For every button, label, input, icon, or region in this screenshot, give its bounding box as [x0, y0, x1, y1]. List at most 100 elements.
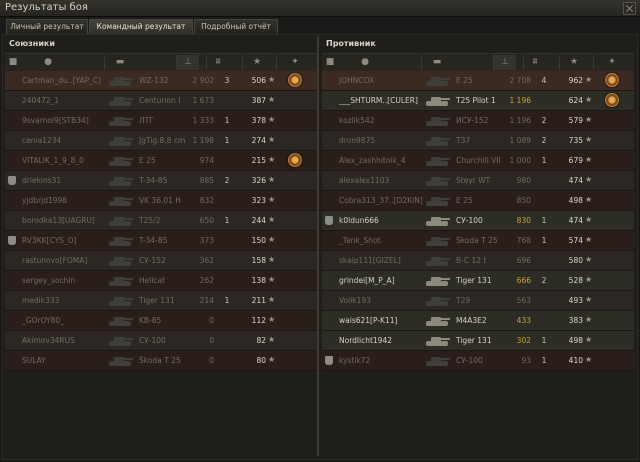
tank-icon — [424, 314, 450, 328]
damage-value: 832 — [199, 196, 214, 205]
player-row[interactable]: k0ldun666 СУ-100 830 1 474 ★ — [322, 211, 634, 231]
xp-value: 498 — [568, 336, 583, 345]
enemies-header-row: ■ ● ▬ ⊥ ⩩ ★ ✦ — [322, 53, 634, 72]
player-row[interactable]: SULAY Škoda T 25 0 80 ★ — [5, 351, 317, 371]
tank-name: СУ-152 — [139, 256, 166, 265]
star-icon: ★ — [585, 195, 593, 204]
kills-value: 2 — [541, 116, 547, 125]
kills-icon[interactable]: ⩩ — [213, 57, 223, 67]
player-row[interactable]: dron9875 T37 1 089 2 735 ★ — [322, 131, 634, 151]
tab-personal-result[interactable]: Личный результат — [6, 19, 88, 34]
player-row[interactable]: Nordlicht1942 Tiger 131 302 1 498 ★ — [322, 331, 634, 351]
damage-value: 0 — [209, 336, 214, 345]
player-row[interactable]: grindei[M_P_A] Tiger 131 666 2 528 ★ — [322, 271, 634, 291]
player-row[interactable]: wais621[P-K11] M4A3E2 433 383 ★ — [322, 311, 634, 331]
player-row[interactable]: Cobra313_37..[D2KIN] E 25 850 498 ★ — [322, 191, 634, 211]
tab-team-result[interactable]: Командный результат — [89, 19, 193, 34]
kills-value: 4 — [541, 76, 547, 85]
tank-icon — [107, 74, 133, 88]
xp-value: 244 — [251, 216, 266, 225]
player-row[interactable]: JOHNCOX E 25 2 708 4 962 ★ — [322, 71, 634, 91]
tank-icon — [107, 194, 133, 208]
tank-icon — [107, 174, 133, 188]
player-row[interactable]: skaip111[GIZEL] B-C 12 t 696 580 ★ — [322, 251, 634, 271]
tank-icon[interactable]: ▬ — [432, 57, 442, 67]
enemies-rows: JOHNCOX E 25 2 708 4 962 ★ ___SHTURM..[CULER] T… — [322, 71, 634, 455]
kills-value: 1 — [541, 336, 547, 345]
squad-icon[interactable]: ■ — [325, 57, 335, 67]
squad-icon[interactable]: ■ — [8, 57, 18, 67]
medal-icon[interactable] — [288, 153, 302, 167]
xp-value: 326 — [251, 176, 266, 185]
star-icon: ★ — [268, 135, 276, 144]
tank-icon — [424, 94, 450, 108]
tank-name: T-34-85 — [139, 236, 168, 245]
tab-detailed-report[interactable]: Подробный отчёт — [194, 19, 278, 34]
tank-icon — [424, 214, 450, 228]
player-row[interactable]: RV3KK[CYS_O] T-34-85 373 150 ★ — [5, 231, 317, 251]
player-row[interactable]: medik333 Tiger 131 214 1 211 ★ — [5, 291, 317, 311]
xp-star-icon[interactable]: ★ — [569, 57, 579, 67]
player-row[interactable]: Volik193 T29 563 493 ★ — [322, 291, 634, 311]
close-icon[interactable] — [623, 2, 636, 15]
tank-name: Hellcat — [139, 276, 166, 285]
player-row[interactable]: alexalex1103 Steyr WT 980 474 ★ — [322, 171, 634, 191]
damage-value: 830 — [516, 216, 531, 225]
tank-name: СУ-100 — [139, 336, 166, 345]
player-row[interactable]: VITALIK_1_9_8_0 E 25 974 215 ★ — [5, 151, 317, 171]
tank-name: E 25 — [456, 196, 473, 205]
player-row[interactable]: sergey_sochin Hellcat 262 138 ★ — [5, 271, 317, 291]
damage-value: 885 — [199, 176, 214, 185]
xp-value: 498 — [568, 196, 583, 205]
xp-value: 962 — [568, 76, 583, 85]
player-row[interactable]: kystik72 СУ-100 93 1 410 ★ — [322, 351, 634, 371]
player-row[interactable]: yjdbrjd1998 VK 36.01 H 832 323 ★ — [5, 191, 317, 211]
xp-value: 274 — [251, 136, 266, 145]
allies-team: Союзники ■ ● ▬ ⊥ ⩩ ★ ✦ Cartman_du..[YAP_… — [5, 36, 317, 456]
player-row[interactable]: Akimov34RUS СУ-100 0 82 ★ — [5, 331, 317, 351]
damage-value: 2 902 — [192, 76, 214, 85]
medal-icon[interactable] — [605, 93, 619, 107]
star-icon: ★ — [585, 115, 593, 124]
player-row[interactable]: ___SHTURM..[CULER] T25 Pilot 11 196 624 ★ — [322, 91, 634, 111]
player-row[interactable]: _Tank_Shot Škoda T 25 768 1 574 ★ — [322, 231, 634, 251]
kills-value: 1 — [224, 136, 230, 145]
star-icon: ★ — [268, 155, 276, 164]
xp-value: 158 — [251, 256, 266, 265]
player-icon[interactable]: ● — [360, 57, 370, 67]
star-icon: ★ — [585, 255, 593, 264]
player-row[interactable]: 240472_1 Centurion I1 673 387 ★ — [5, 91, 317, 111]
tank-name: ЛТГ — [139, 116, 154, 125]
player-row[interactable]: Alex_zashhitnik_4 Churchill VII 1 000 1 679 ★ — [322, 151, 634, 171]
kills-icon[interactable]: ⩩ — [530, 57, 540, 67]
medal-icon[interactable] — [605, 73, 619, 87]
tank-icon — [107, 254, 133, 268]
damage-value: 214 — [199, 296, 214, 305]
medal-icon[interactable] — [288, 73, 302, 87]
player-icon[interactable]: ● — [43, 57, 53, 67]
tank-icon — [424, 74, 450, 88]
tank-icon — [107, 94, 133, 108]
player-row[interactable]: rastunovo[FOMA] СУ-152 362 158 ★ — [5, 251, 317, 271]
damage-icon[interactable]: ⊥ — [183, 57, 193, 67]
medal-icon[interactable]: ✦ — [607, 57, 617, 67]
medal-icon[interactable]: ✦ — [290, 57, 300, 67]
damage-icon[interactable]: ⊥ — [500, 57, 510, 67]
player-row[interactable]: 9svarnoi9[STB34] ЛТГ 1 333 1 378 ★ — [5, 111, 317, 131]
damage-value: 362 — [199, 256, 214, 265]
xp-value: 150 — [251, 236, 266, 245]
player-row[interactable]: cenia1234 JgTig.8,8 cm 1 198 1 274 ★ — [5, 131, 317, 151]
player-row[interactable]: kozlik542 ИСУ-152 1 196 2 579 ★ — [322, 111, 634, 131]
player-row[interactable]: borodka13[UAGRU] T25/2 650 1 244 ★ — [5, 211, 317, 231]
damage-value: 980 — [516, 176, 531, 185]
damage-value: 1 089 — [509, 136, 531, 145]
tank-name: T25/2 — [139, 216, 161, 225]
xp-star-icon[interactable]: ★ — [252, 57, 262, 67]
player-row[interactable]: driekins31 T-34-85 885 2 326 ★ — [5, 171, 317, 191]
tank-icon — [424, 354, 450, 368]
player-row[interactable]: _GOrOY80_ KB-85 0 112 ★ — [5, 311, 317, 331]
tank-icon[interactable]: ▬ — [115, 57, 125, 67]
damage-value: 1 196 — [509, 116, 531, 125]
player-row[interactable]: Cartman_du..[YAP_C] WZ-132 2 902 3 506 ★ — [5, 71, 317, 91]
platoon-icon — [325, 216, 333, 225]
